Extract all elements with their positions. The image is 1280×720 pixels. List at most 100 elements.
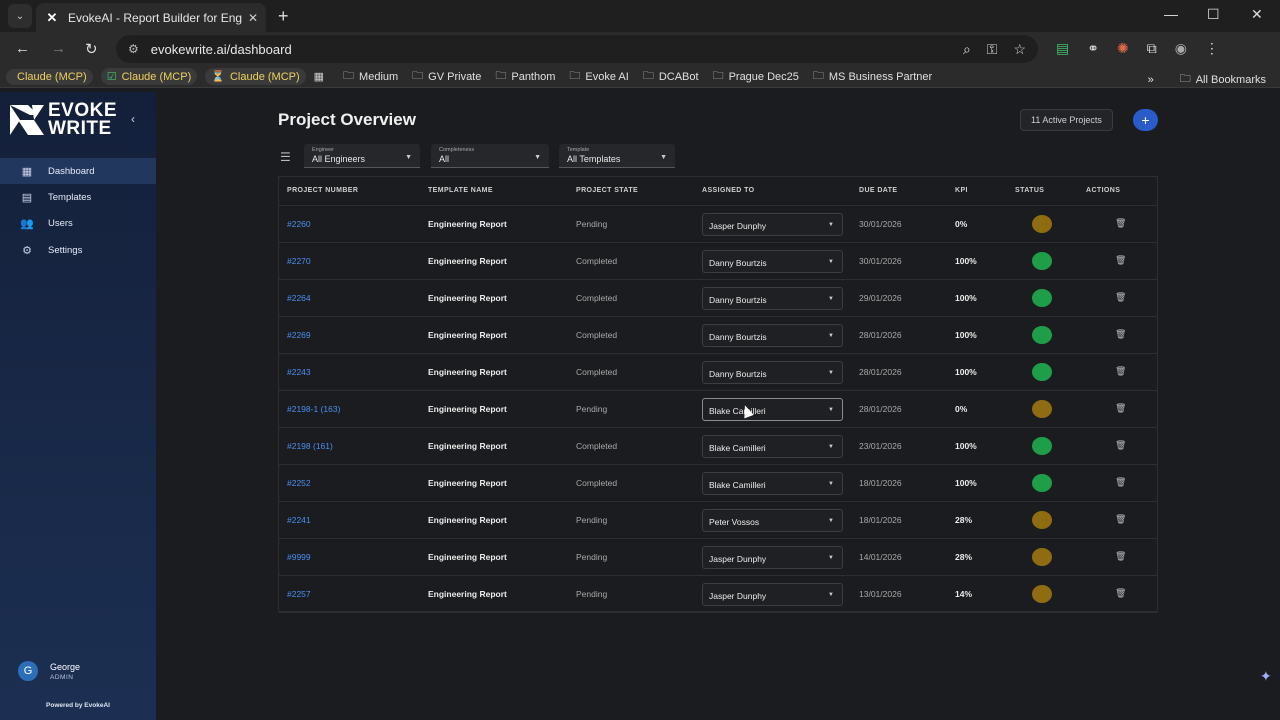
project-number-link[interactable]: #2198 (161) xyxy=(287,441,333,451)
assigned-to-value: Peter Vossos xyxy=(709,517,760,527)
tab-search-chevron-icon[interactable]: ⌄ xyxy=(8,4,32,28)
sidebar-item-users[interactable]: 👥 Users xyxy=(0,210,156,236)
binoculars-extension-icon[interactable]: ⚭ xyxy=(1087,40,1099,57)
assigned-to-select[interactable]: Blake Camilleri ▼ xyxy=(702,472,843,495)
bookmark-item[interactable]: ▦ xyxy=(314,70,329,83)
sheets-extension-icon[interactable]: ▤ xyxy=(1056,40,1069,57)
profile-avatar-icon[interactable]: ◉ xyxy=(1175,40,1187,57)
reload-icon[interactable]: ↻ xyxy=(85,40,98,58)
active-projects-button[interactable]: 11 Active Projects xyxy=(1020,109,1113,131)
project-number-link[interactable]: #9999 xyxy=(287,552,311,562)
delete-trash-icon[interactable]: 🗑 xyxy=(1115,366,1126,377)
delete-trash-icon[interactable]: 🗑 xyxy=(1115,514,1126,525)
evoke-write-logo[interactable]: EVOKE WRITE xyxy=(8,100,118,140)
assigned-to-select[interactable]: Blake Camilleri ▼ xyxy=(702,398,843,421)
dropdown-caret-icon: ▼ xyxy=(828,555,834,561)
project-number-link[interactable]: #2264 xyxy=(287,293,311,303)
delete-trash-icon[interactable]: 🗑 xyxy=(1115,440,1126,451)
project-number-link[interactable]: #2269 xyxy=(287,330,311,340)
browser-tab[interactable]: ✕ EvokeAI - Report Builder for Engineers… xyxy=(36,3,266,32)
collapse-sidebar-icon[interactable]: ‹ xyxy=(131,112,135,126)
user-profile[interactable]: G George ADMIN xyxy=(18,661,80,681)
sidebar-item-dashboard[interactable]: ▦ Dashboard xyxy=(0,158,156,184)
bookmark-item[interactable]: 🗀 Prague Dec25 xyxy=(713,67,799,86)
assigned-to-select[interactable]: Danny Bourtzis ▼ xyxy=(702,287,843,310)
assigned-to-value: Danny Bourtzis xyxy=(709,258,767,268)
delete-trash-icon[interactable]: 🗑 xyxy=(1115,403,1126,414)
browser-menu-icon[interactable]: ⋮ xyxy=(1205,40,1219,57)
bookmark-item[interactable]: Claude (MCP) xyxy=(6,68,93,85)
add-project-button[interactable]: + xyxy=(1133,109,1158,131)
delete-trash-icon[interactable]: 🗑 xyxy=(1115,477,1126,488)
project-number-link[interactable]: #2260 xyxy=(287,219,311,229)
new-tab-icon[interactable]: + xyxy=(278,6,289,27)
bookmark-item[interactable]: 🗀 Evoke AI xyxy=(569,67,628,86)
delete-trash-icon[interactable]: 🗑 xyxy=(1115,255,1126,266)
dropdown-caret-icon: ▼ xyxy=(828,222,834,228)
table-row: #2198 (161) Engineering Report Completed Bl… xyxy=(279,428,1157,465)
project-state: Completed xyxy=(576,478,618,488)
bookmark-item[interactable]: 🗀 DCABot xyxy=(643,67,699,86)
delete-trash-icon[interactable]: 🗑 xyxy=(1115,292,1126,303)
sidebar-item-templates[interactable]: ▤ Templates xyxy=(0,184,156,210)
address-bar[interactable]: ⚙ evokewrite.ai/dashboard ⌕ ⚿ ☆ xyxy=(116,35,1038,63)
assigned-to-select[interactable]: Danny Bourtzis ▼ xyxy=(702,361,843,384)
assigned-to-select[interactable]: Danny Bourtzis ▼ xyxy=(702,324,843,347)
assigned-to-select[interactable]: Blake Camilleri ▼ xyxy=(702,435,843,458)
assigned-to-select[interactable]: Danny Bourtzis ▼ xyxy=(702,250,843,273)
zoom-icon[interactable]: ⌕ xyxy=(963,41,971,58)
due-date: 30/01/2026 xyxy=(859,219,902,229)
bookmark-item[interactable]: ⏳ Claude (MCP) xyxy=(205,68,306,85)
project-state: Pending xyxy=(576,219,608,229)
bookmark-star-icon[interactable]: ☆ xyxy=(1013,41,1026,58)
bookmarks-overflow-icon[interactable]: » xyxy=(1148,74,1154,86)
window-close-icon[interactable]: ✕ xyxy=(1251,6,1263,23)
delete-trash-icon[interactable]: 🗑 xyxy=(1115,588,1126,599)
site-settings-icon[interactable]: ⚙ xyxy=(128,42,139,56)
tab-close-icon[interactable]: ✕ xyxy=(248,11,258,25)
project-number-link[interactable]: #2241 xyxy=(287,515,311,525)
bookmark-label: Claude (MCP) xyxy=(121,70,192,83)
project-number-link[interactable]: #2252 xyxy=(287,478,311,488)
project-number-link[interactable]: #2198-1 (163) xyxy=(287,404,340,414)
assigned-to-select[interactable]: Jasper Dunphy ▼ xyxy=(702,546,843,569)
sparkle-assistant-icon[interactable]: ✦ xyxy=(1260,668,1272,685)
dropdown-caret-icon: ▼ xyxy=(828,296,834,302)
bookmark-item[interactable]: 🗀 MS Business Partner xyxy=(813,67,932,86)
delete-trash-icon[interactable]: 🗑 xyxy=(1115,551,1126,562)
project-state: Completed xyxy=(576,330,618,340)
filter-engineer-select[interactable]: Engineer All Engineers ▼ xyxy=(304,144,420,168)
template-name: Engineering Report xyxy=(428,219,507,229)
back-icon[interactable]: ← xyxy=(15,40,30,57)
due-date: 13/01/2026 xyxy=(859,589,902,599)
kpi-value: 0% xyxy=(955,404,968,414)
forward-icon[interactable]: → xyxy=(51,40,66,57)
assigned-to-select[interactable]: Jasper Dunphy ▼ xyxy=(702,213,843,236)
maximize-icon[interactable]: ☐ xyxy=(1207,6,1220,23)
filter-template-select[interactable]: Template All Templates ▼ xyxy=(559,144,675,168)
assigned-to-select[interactable]: Jasper Dunphy ▼ xyxy=(702,583,843,606)
project-number-link[interactable]: #2243 xyxy=(287,367,311,377)
filter-list-icon[interactable]: ☰ xyxy=(280,150,291,164)
password-key-icon[interactable]: ⚿ xyxy=(987,41,998,58)
bookmark-item[interactable]: 🗀 GV Private xyxy=(412,67,481,86)
bookmark-item[interactable]: ☑ Claude (MCP) xyxy=(100,68,198,85)
status-indicator xyxy=(1032,585,1052,603)
delete-trash-icon[interactable]: 🗑 xyxy=(1115,329,1126,340)
bookmark-item[interactable]: 🗀 Medium xyxy=(343,67,398,86)
sidebar-item-settings[interactable]: ⚙ Settings xyxy=(0,237,156,263)
project-number-link[interactable]: #2270 xyxy=(287,256,311,266)
claude-extension-icon[interactable]: ✺ xyxy=(1117,40,1129,57)
extensions-puzzle-icon[interactable]: ⧉ xyxy=(1147,40,1157,57)
bookmark-item[interactable]: 🗀 Panthom xyxy=(495,67,555,86)
filter-completeness-select[interactable]: Completeness All ▼ xyxy=(431,144,549,168)
project-number-link[interactable]: #2257 xyxy=(287,589,311,599)
assigned-to-value: Jasper Dunphy xyxy=(709,554,767,564)
status-indicator xyxy=(1032,326,1052,344)
delete-trash-icon[interactable]: 🗑 xyxy=(1115,218,1126,229)
all-bookmarks-link[interactable]: » 🗀 All Bookmarks xyxy=(1148,70,1266,89)
assigned-to-select[interactable]: Peter Vossos ▼ xyxy=(702,509,843,532)
assigned-to-value: Danny Bourtzis xyxy=(709,369,767,379)
minimize-icon[interactable]: — xyxy=(1164,6,1178,22)
kpi-value: 0% xyxy=(955,219,968,229)
